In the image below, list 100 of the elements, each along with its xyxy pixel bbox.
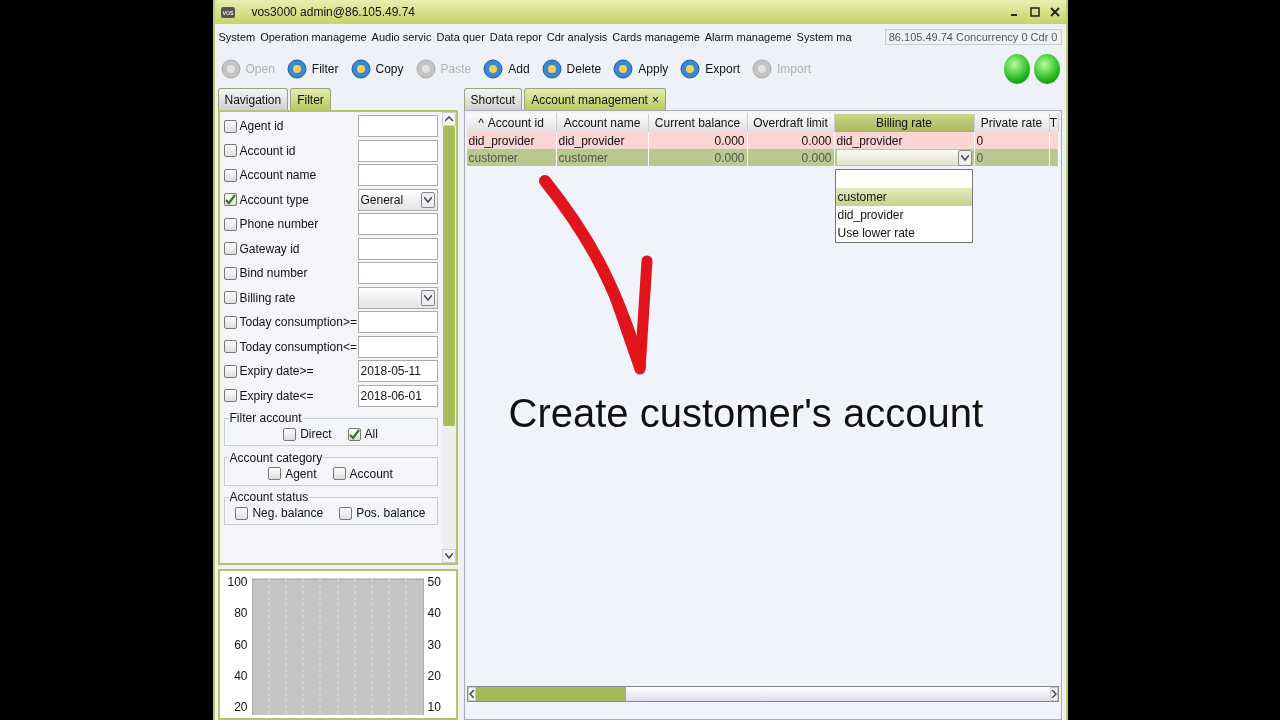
dropdown-option[interactable]: customer (835, 188, 972, 206)
input-field[interactable]: 2018-05-11 (357, 360, 438, 382)
filter-label: Agent id (239, 119, 285, 133)
checkbox[interactable] (339, 506, 353, 520)
checkbox[interactable] (223, 242, 237, 255)
input-field[interactable]: 2018-06-01 (357, 384, 438, 407)
option-label: All (364, 427, 378, 441)
checkbox[interactable] (223, 340, 237, 353)
checkbox[interactable] (283, 427, 297, 441)
input-field[interactable] (357, 237, 438, 260)
option-label: Agent (285, 466, 317, 481)
table-cell: customer (556, 149, 649, 166)
column-header[interactable]: ^ Account id (466, 114, 557, 132)
group-title: Account category (228, 450, 324, 465)
table-cell: 0 (974, 132, 1050, 149)
vertical-scrollbar[interactable] (441, 112, 456, 563)
maximize-icon[interactable] (1029, 7, 1040, 17)
status-info: 86.105.49.74 Concurrency 0 Cdr 0 (884, 29, 1062, 45)
menu-item[interactable]: Alarm manageme (704, 31, 792, 43)
column-header[interactable]: T (1049, 114, 1059, 132)
checkbox[interactable] (223, 266, 237, 280)
checkbox[interactable] (332, 467, 346, 480)
table-cell: customer (466, 149, 557, 166)
select-field[interactable]: General (357, 188, 438, 211)
round-tool-icon (350, 59, 371, 79)
table-cell (1049, 149, 1059, 166)
checkbox[interactable] (347, 427, 361, 441)
toolbar-button[interactable]: Export (680, 59, 740, 79)
table-cell: did_provider (466, 132, 557, 149)
filter-label: Account id (239, 143, 297, 158)
close-icon[interactable] (1049, 7, 1060, 17)
menu-item[interactable]: System ma (796, 31, 852, 43)
option-label: Account (349, 466, 393, 481)
panel-tab[interactable]: Navigation (217, 88, 289, 110)
axis-tick-label: 10 (427, 700, 442, 714)
panel-tab[interactable]: Filter (290, 88, 331, 110)
checkbox[interactable] (223, 168, 237, 182)
round-tool-icon (220, 59, 241, 79)
menu-item[interactable]: System (218, 31, 256, 43)
round-tool-icon (483, 59, 504, 79)
menu-item[interactable]: Cdr analysis (546, 31, 608, 43)
input-field[interactable] (357, 262, 438, 284)
checkbox[interactable] (223, 364, 237, 378)
table-cell: 0 (974, 149, 1050, 166)
horizontal-scrollbar[interactable] (466, 686, 1059, 702)
round-tool-icon (415, 59, 436, 79)
filter-label: Billing rate (239, 290, 297, 305)
checkbox[interactable] (223, 217, 237, 231)
checkbox[interactable] (223, 389, 237, 402)
checkbox[interactable] (268, 467, 282, 480)
input-field[interactable] (357, 139, 438, 162)
menu-item[interactable]: Operation manageme (260, 31, 367, 43)
input-field[interactable] (357, 115, 438, 137)
filter-label: Bind number (239, 266, 309, 280)
axis-tick-label: 40 (427, 606, 442, 621)
menu-item[interactable]: Data repor (489, 31, 542, 43)
column-header[interactable]: Private rate (974, 114, 1050, 132)
close-tab-button[interactable]: × (651, 92, 659, 107)
menu-item[interactable]: Cards manageme (612, 31, 700, 43)
menu-item[interactable]: Data quer (436, 31, 485, 43)
table-cell (1049, 132, 1059, 149)
toolbar-button[interactable]: Add (483, 59, 530, 79)
toolbar-button[interactable]: Filter (286, 59, 339, 79)
toolbar-button[interactable]: Apply (613, 59, 669, 79)
input-field[interactable] (357, 335, 438, 358)
window-title: vos3000 admin@86.105.49.74 (251, 5, 417, 19)
checkbox[interactable] (235, 506, 249, 520)
checkbox[interactable] (223, 315, 237, 329)
checkbox[interactable] (223, 193, 237, 206)
filter-label: Today consumption>= (239, 315, 358, 329)
checkbox[interactable] (223, 291, 237, 304)
toolbar-button[interactable]: Copy (350, 59, 404, 79)
menu-item[interactable]: Audio servic (371, 31, 432, 43)
option-label: Neg. balance (252, 506, 324, 520)
document-tab[interactable]: Account management × (524, 88, 666, 110)
check-icon (224, 194, 236, 205)
filter-label: Today consumption<= (239, 339, 358, 354)
toolbar-button[interactable]: Delete (541, 59, 602, 79)
checkbox[interactable] (223, 144, 237, 157)
round-tool-icon (286, 59, 307, 79)
sort-icon: ^ (478, 116, 484, 130)
axis-tick-label: 50 (427, 575, 442, 589)
document-tab[interactable]: Shortcut (463, 88, 523, 110)
column-header[interactable]: Current balance (648, 114, 748, 132)
input-field[interactable] (357, 164, 438, 186)
table-cell: 0.000 (648, 132, 748, 149)
filter-label: Expiry date<= (239, 388, 315, 403)
check-icon (348, 428, 360, 440)
column-header[interactable]: Billing rate (834, 114, 975, 132)
axis-tick-label: 20 (427, 668, 442, 683)
checkbox[interactable] (223, 119, 237, 133)
table-cell: 0.000 (747, 149, 835, 166)
group-title: Filter account (228, 411, 303, 425)
column-header[interactable]: Account name (556, 114, 649, 132)
input-field[interactable] (357, 213, 438, 235)
select-field[interactable] (357, 286, 438, 309)
input-field[interactable] (357, 311, 438, 333)
column-header[interactable]: Overdraft limit (747, 114, 835, 132)
group-title: Account status (228, 490, 310, 504)
status-light (1033, 54, 1060, 84)
